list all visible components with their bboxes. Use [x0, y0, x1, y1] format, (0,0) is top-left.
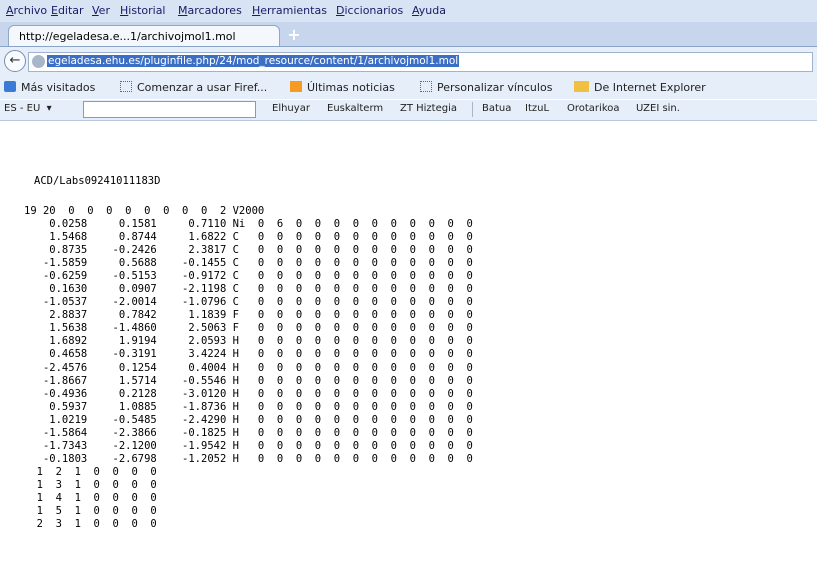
menu-archivo[interactable]: Archivo — [6, 4, 47, 17]
page-content: ACD/Labs09241011183D 19 20 0 0 0 0 0 0 0… — [0, 122, 817, 574]
new-tab-button[interactable]: + — [282, 26, 306, 44]
globe-icon — [32, 55, 45, 68]
bookmark-label: Últimas noticias — [307, 81, 395, 94]
bond-block: 1 2 1 0 0 0 0 1 3 1 0 0 0 0 1 4 1 0 0 0 … — [24, 466, 157, 531]
menu-ver[interactable]: Ver — [92, 4, 110, 17]
link-uzei[interactable]: UZEI sin. — [636, 103, 680, 114]
browser-tab[interactable]: http://egeladesa.e...1/archivojmol1.mol — [8, 25, 280, 46]
atom-line: -0.1803 -2.6798 -1.2052 H 0 0 0 0 0 0 0 … — [24, 452, 473, 465]
bookmark-label: Comenzar a usar Firef... — [137, 81, 268, 94]
bond-line: 1 4 1 0 0 0 0 — [24, 492, 157, 505]
menu-ayuda[interactable]: Ayuda — [412, 4, 446, 17]
atom-line: -1.5859 0.5688 -0.1455 C 0 0 0 0 0 0 0 0… — [24, 257, 473, 270]
rss-icon — [290, 81, 302, 92]
bookmark-folder-icon — [4, 81, 16, 92]
link-elhuyar[interactable]: Elhuyar — [272, 103, 310, 114]
page-icon — [420, 81, 432, 92]
url-bar[interactable]: egeladesa.ehu.es/pluginfile.php/24/mod_r… — [28, 52, 813, 72]
url-text: egeladesa.ehu.es/pluginfile.php/24/mod_r… — [47, 55, 460, 67]
menu-herramientas[interactable]: Herramientas — [252, 4, 327, 17]
atom-line: 0.5937 1.0885 -1.8736 H 0 0 0 0 0 0 0 0 … — [24, 400, 473, 413]
link-zt-hiztegia[interactable]: ZT Hiztegia — [400, 103, 457, 114]
counts-line: 19 20 0 0 0 0 0 0 0 0 2 V2000 — [24, 205, 265, 217]
link-batua[interactable]: Batua — [482, 103, 511, 114]
bookmark-comenzar[interactable]: Comenzar a usar Firef... — [120, 81, 267, 94]
atom-line: 1.5638 -1.4860 2.5063 F 0 0 0 0 0 0 0 0 … — [24, 322, 473, 335]
atom-line: 1.6892 1.9194 2.0593 H 0 0 0 0 0 0 0 0 0… — [24, 335, 473, 348]
bookmark-label: Más visitados — [21, 81, 96, 94]
bookmark-ultimas-noticias[interactable]: Últimas noticias — [290, 81, 395, 94]
bookmarks-toolbar: Más visitados Comenzar a usar Firef... Ú… — [0, 79, 817, 98]
atom-line: 0.8735 -0.2426 2.3817 C 0 0 0 0 0 0 0 0 … — [24, 244, 473, 257]
menu-marcadores[interactable]: Marcadores — [178, 4, 242, 17]
menu-bar: Archivo Editar Ver Historial Marcadores … — [0, 0, 817, 22]
bond-line: 1 3 1 0 0 0 0 — [24, 479, 157, 492]
page-icon — [120, 81, 132, 92]
tab-title: http://egeladesa.e...1/archivojmol1.mol — [19, 30, 236, 43]
atom-line: 2.8837 0.7842 1.1839 F 0 0 0 0 0 0 0 0 0… — [24, 309, 473, 322]
atom-line: -1.8667 1.5714 -0.5546 H 0 0 0 0 0 0 0 0… — [24, 374, 473, 387]
atom-line: 1.5468 0.8744 1.6822 C 0 0 0 0 0 0 0 0 0… — [24, 231, 473, 244]
menu-historial[interactable]: Historial — [120, 4, 166, 17]
atom-line: -0.6259 -0.5153 -0.9172 C 0 0 0 0 0 0 0 … — [24, 270, 473, 283]
link-orotarikoa[interactable]: Orotarikoa — [567, 103, 620, 114]
dictionary-toolbar: ES - EU ▾ Elhuyar Euskalterm ZT Hiztegia… — [0, 100, 817, 121]
atom-line: -2.4576 0.1254 0.4004 H 0 0 0 0 0 0 0 0 … — [24, 361, 473, 374]
chevron-down-icon: ▾ — [46, 103, 52, 114]
dictionary-search-input[interactable] — [83, 101, 256, 118]
bookmark-internet-explorer[interactable]: De Internet Explorer — [574, 81, 706, 94]
link-euskalterm[interactable]: Euskalterm — [327, 103, 383, 114]
tab-strip: http://egeladesa.e...1/archivojmol1.mol … — [0, 22, 817, 47]
menu-diccionarios[interactable]: Diccionarios — [336, 4, 403, 17]
bookmark-label: Personalizar vínculos — [437, 81, 553, 94]
bond-line: 1 2 1 0 0 0 0 — [24, 466, 157, 478]
menu-editar[interactable]: Editar — [51, 4, 84, 17]
atom-line: -1.0537 -2.0014 -1.0796 C 0 0 0 0 0 0 0 … — [24, 296, 473, 309]
language-label: ES - EU — [4, 103, 41, 114]
atom-block: 0.0258 0.1581 0.7110 Ni 0 6 0 0 0 0 0 0 … — [24, 218, 473, 466]
atom-line: -1.7343 -2.1200 -1.9542 H 0 0 0 0 0 0 0 … — [24, 439, 473, 452]
atom-line: 0.0258 0.1581 0.7110 Ni 0 6 0 0 0 0 0 0 … — [24, 218, 473, 230]
bookmark-personalizar[interactable]: Personalizar vínculos — [420, 81, 552, 94]
language-selector[interactable]: ES - EU ▾ — [4, 103, 52, 114]
atom-line: 0.1630 0.0907 -2.1198 C 0 0 0 0 0 0 0 0 … — [24, 283, 473, 296]
divider — [472, 102, 473, 117]
file-header: ACD/Labs09241011183D — [34, 175, 161, 187]
atom-line: 0.4658 -0.3191 3.4224 H 0 0 0 0 0 0 0 0 … — [24, 348, 473, 361]
link-itzul[interactable]: ItzuL — [525, 103, 549, 114]
atom-line: -1.5864 -2.3866 -0.1825 H 0 0 0 0 0 0 0 … — [24, 426, 473, 439]
bookmark-mas-visitados[interactable]: Más visitados — [4, 81, 95, 94]
bond-line: 1 5 1 0 0 0 0 — [24, 505, 157, 518]
bookmark-label: De Internet Explorer — [594, 81, 706, 94]
folder-icon — [574, 81, 589, 92]
bond-line: 2 3 1 0 0 0 0 — [24, 518, 157, 531]
atom-line: 1.0219 -0.5485 -2.4290 H 0 0 0 0 0 0 0 0… — [24, 413, 473, 426]
atom-line: -0.4936 0.2128 -3.0120 H 0 0 0 0 0 0 0 0… — [24, 387, 473, 400]
back-arrow-icon[interactable]: ← — [4, 50, 26, 72]
